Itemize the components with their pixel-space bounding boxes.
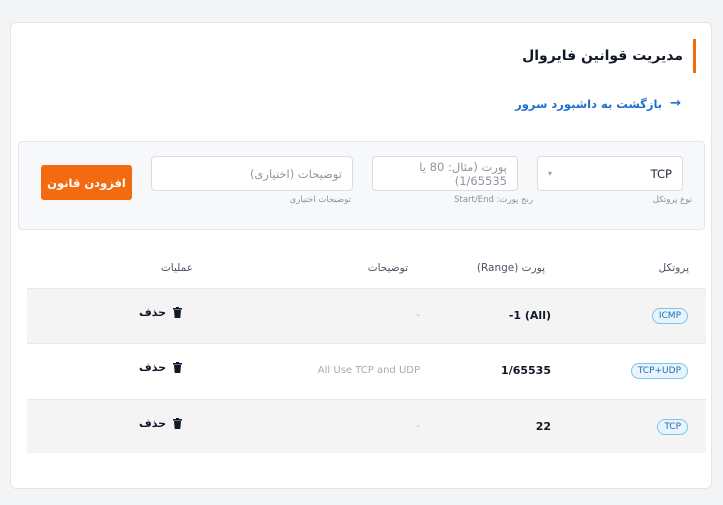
protocol-badge: ICMP <box>651 308 688 324</box>
port-value: -1 (All) <box>508 309 551 322</box>
delete-label: حذف <box>139 417 167 430</box>
delete-label: حذف <box>139 306 167 319</box>
port-input[interactable]: پورت (مثال: 80 یا 1/65535) <box>372 156 518 191</box>
page-title: مدیریت قوانین فایروال <box>522 48 683 64</box>
port-value: 1/65535 <box>501 364 551 377</box>
back-to-dashboard-link[interactable]: → بازگشت به داشبورد سرور <box>515 96 681 111</box>
delete-rule-button[interactable]: حذف <box>139 361 183 374</box>
chevron-down-icon: ▾ <box>548 169 553 178</box>
description-value: All Use TCP and UDP <box>317 365 420 376</box>
arrow-right-icon: → <box>670 96 681 111</box>
table-row: TCP 22 - حذف <box>27 399 706 453</box>
protocol-badge: TCP <box>657 419 688 435</box>
port-value: 22 <box>535 420 551 433</box>
description-value: - <box>416 310 420 321</box>
firewall-card: مدیریت قوانین فایروال → بازگشت به داشبور… <box>10 22 712 489</box>
trash-icon <box>173 362 183 373</box>
add-rule-form: TCP ▾ نوع پروتکل پورت (مثال: 80 یا 1/655… <box>18 141 705 230</box>
delete-label: حذف <box>139 361 167 374</box>
protocol-select[interactable]: TCP ▾ <box>537 156 683 191</box>
delete-rule-button[interactable]: حذف <box>139 306 183 319</box>
page-title-wrap: مدیریت قوانین فایروال <box>522 39 696 73</box>
description-placeholder: توضیحات (اختیاری) <box>249 166 342 181</box>
column-header-protocol: پروتکل <box>658 262 689 274</box>
table-row: ICMP -1 (All) - حذف <box>27 288 706 343</box>
column-header-operations: عملیات <box>160 262 193 274</box>
add-rule-button[interactable]: افزودن قانون <box>41 165 132 200</box>
protocol-select-value: TCP <box>650 166 672 181</box>
trash-icon <box>173 418 183 429</box>
column-header-description: توضیحات <box>367 262 408 274</box>
port-placeholder: پورت (مثال: 80 یا 1/65535) <box>419 159 507 188</box>
protocol-label: نوع پروتکل <box>652 195 692 205</box>
description-input[interactable]: توضیحات (اختیاری) <box>151 156 353 191</box>
back-link-label: بازگشت به داشبورد سرور <box>515 96 663 111</box>
column-header-port: پورت (Range) <box>476 262 545 274</box>
port-label: رنج پورت: Start/End <box>454 195 533 205</box>
delete-rule-button[interactable]: حذف <box>139 417 183 430</box>
trash-icon <box>173 307 183 318</box>
table-row: TCP+UDP 1/65535 All Use TCP and UDP حذف <box>27 343 706 398</box>
description-value: - <box>416 421 420 432</box>
description-label: توضیحات اختیاری <box>289 195 351 205</box>
protocol-badge: TCP+UDP <box>630 363 688 379</box>
